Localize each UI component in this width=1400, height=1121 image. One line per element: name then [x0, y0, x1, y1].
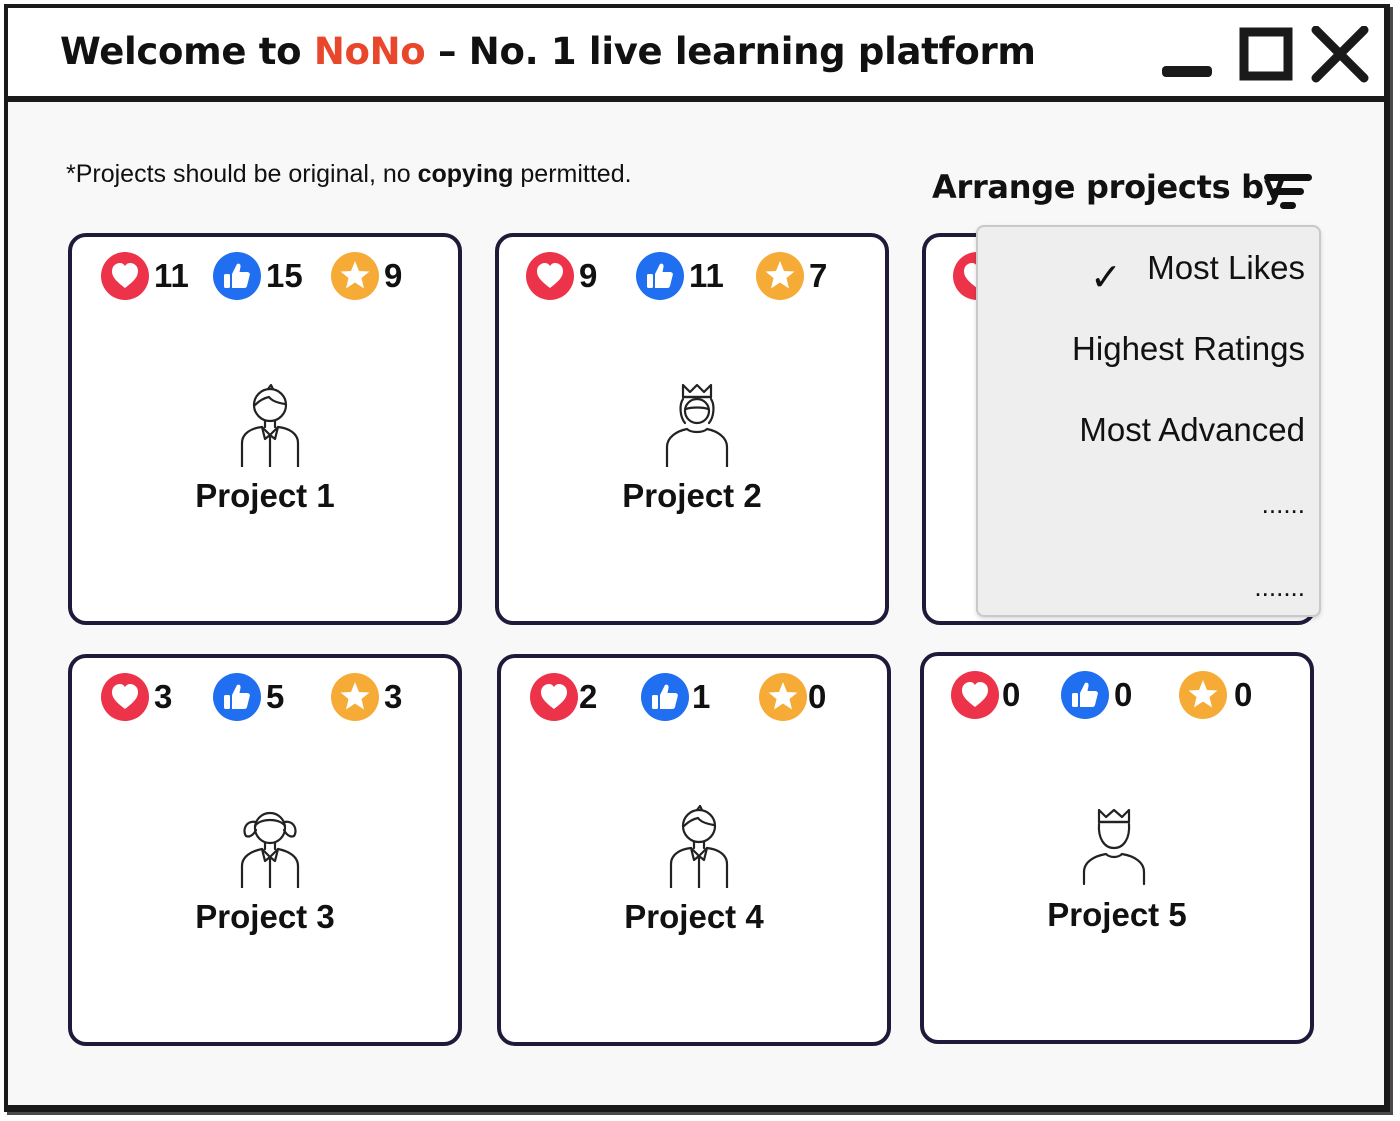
- sort-option-most-likes[interactable]: Most Likes: [1147, 249, 1305, 299]
- maximize-button[interactable]: [1236, 26, 1296, 86]
- app-window: Welcome to NoNo – No. 1 live learning pl…: [4, 4, 1390, 1112]
- sort-option-highest-ratings[interactable]: Highest Ratings: [1072, 330, 1305, 380]
- heart-icon: [951, 671, 999, 719]
- project-card-3[interactable]: 3 5 3 Project 3: [68, 654, 462, 1046]
- title-bar: Welcome to NoNo – No. 1 live learning pl…: [8, 8, 1384, 102]
- thumbs-up-icon: [636, 252, 684, 300]
- sort-option-most-advanced[interactable]: Most Advanced: [1079, 411, 1305, 461]
- sort-label: Arrange projects by: [932, 168, 1285, 206]
- star-icon: [331, 252, 379, 300]
- heart-icon: [526, 252, 574, 300]
- minimize-icon: [1162, 66, 1212, 77]
- thumbs-up-icon: [213, 252, 261, 300]
- project-title: Project 5: [1047, 896, 1187, 933]
- project-title: Project 4: [624, 898, 764, 935]
- boy-avatar-icon: [240, 383, 300, 467]
- originality-notice: *Projects should be original, no copying…: [66, 160, 632, 188]
- selected-check-icon: ✓: [1090, 255, 1122, 299]
- sort-option-more[interactable]: ......: [1262, 489, 1305, 539]
- project-title: Project 3: [195, 898, 335, 935]
- thumbs-up-icon: [213, 673, 261, 721]
- heart-icon: [101, 673, 149, 721]
- heart-icon: [530, 673, 578, 721]
- minimize-button[interactable]: [1158, 26, 1218, 86]
- star-icon: [759, 673, 807, 721]
- close-button[interactable]: [1310, 26, 1370, 86]
- star-icon: [1179, 671, 1227, 719]
- close-icon: [1311, 26, 1369, 83]
- sort-option-more[interactable]: .......: [1254, 572, 1305, 622]
- star-icon: [756, 252, 804, 300]
- crowned-person-avatar-icon: [1082, 808, 1146, 886]
- project-title: Project 1: [195, 477, 335, 514]
- project-card-1[interactable]: 11 15 9 Project 1: [68, 233, 462, 625]
- thumbs-up-icon: [1061, 671, 1109, 719]
- filter-icon: [1264, 174, 1312, 209]
- girl-avatar-icon: [240, 811, 300, 888]
- project-card-5[interactable]: 0 0 0 Project 5: [920, 652, 1314, 1044]
- window-title: Welcome to NoNo – No. 1 live learning pl…: [60, 30, 1036, 73]
- sort-dropdown-menu: ✓ Most Likes Highest Ratings Most Advanc…: [976, 225, 1321, 617]
- project-card-4[interactable]: 2 1 0 Project 4: [497, 654, 891, 1046]
- project-card-2[interactable]: 9 11 7 Project 2: [495, 233, 889, 625]
- brand-name: NoNo: [313, 30, 426, 73]
- boy-avatar-icon: [669, 804, 729, 888]
- star-icon: [331, 673, 379, 721]
- project-title: Project 2: [622, 477, 762, 514]
- thumbs-up-icon: [641, 673, 689, 721]
- crowned-girl-avatar-icon: [665, 383, 729, 467]
- heart-icon: [101, 252, 149, 300]
- maximize-icon: [1239, 27, 1293, 81]
